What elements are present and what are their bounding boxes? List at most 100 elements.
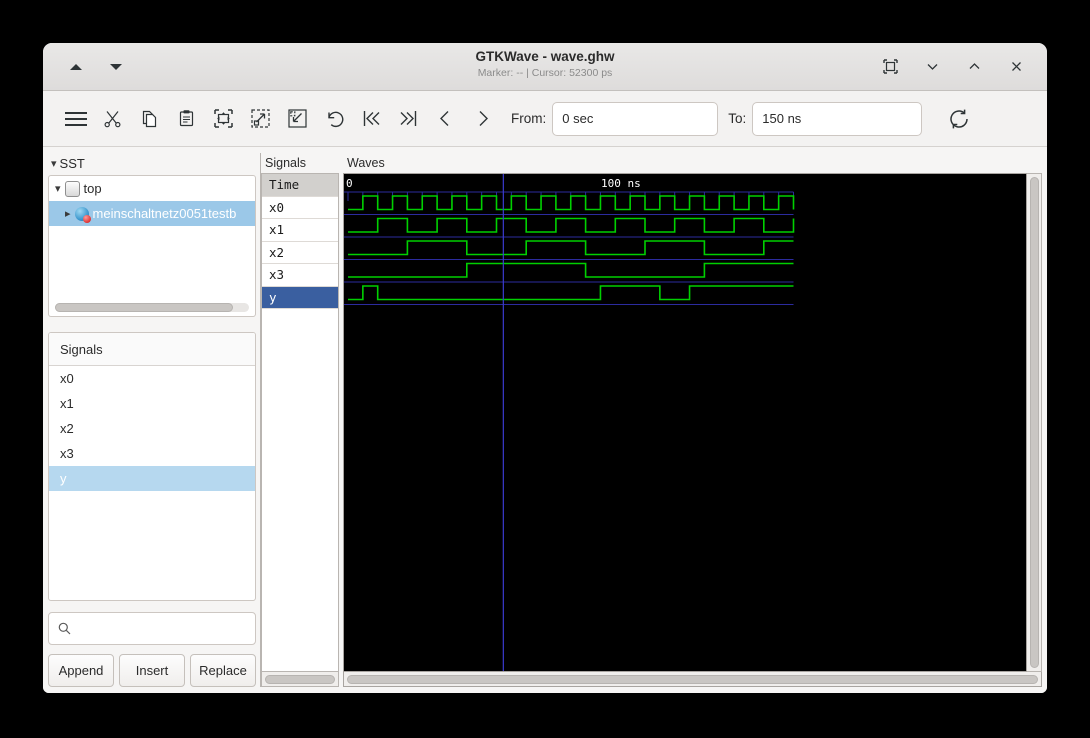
goto-end-button[interactable] [390, 102, 427, 136]
prev-edge-button[interactable] [427, 102, 464, 136]
wave-canvas-column: Waves 0 100 ns [343, 153, 1042, 687]
wave-row-x3[interactable]: x3 [262, 264, 338, 287]
sst-tree[interactable]: ▾ top ▸ meinschaltnetz0051testb [48, 175, 256, 317]
svg-text:100 ns: 100 ns [601, 177, 641, 190]
triangle-down-icon [110, 64, 122, 70]
svg-text:0: 0 [346, 177, 353, 190]
wave-inner: Signals Time x0 x1 x2 x3 y [260, 153, 1042, 687]
wave-names-list[interactable]: Time x0 x1 x2 x3 y [261, 173, 339, 672]
desktop-background: GTKWave - wave.ghw Marker: -- | Cursor: … [0, 0, 1090, 738]
menu-button[interactable] [57, 102, 94, 136]
clipboard-icon [177, 109, 196, 128]
waves-column-title: Waves [343, 153, 1042, 173]
close-button[interactable] [1005, 56, 1027, 78]
sst-section-header[interactable]: ▾ SST [48, 153, 256, 173]
signal-action-buttons: Append Insert Replace [48, 654, 256, 687]
waveform-canvas[interactable]: 0 100 ns [343, 173, 1027, 672]
copy-button[interactable] [131, 102, 168, 136]
zoom-out-button[interactable] [279, 102, 316, 136]
scrollbar-thumb[interactable] [347, 675, 1038, 684]
signal-list-item-x1[interactable]: x1 [49, 391, 255, 416]
tree-item-label: meinschaltnetz0051testb [93, 206, 237, 221]
wave-signals-column-title: Signals [261, 153, 339, 173]
title-bar: GTKWave - wave.ghw Marker: -- | Cursor: … [43, 43, 1047, 91]
skip-to-start-icon [361, 108, 382, 129]
instance-icon [75, 207, 89, 221]
wave-pane: Signals Time x0 x1 x2 x3 y [260, 147, 1047, 693]
reload-icon [947, 107, 971, 131]
wave-canvas-hscrollbar[interactable] [343, 672, 1042, 687]
wave-row-y[interactable]: y [262, 287, 338, 310]
hamburger-menu-icon [64, 110, 88, 128]
sst-tree-hscrollbar[interactable] [55, 303, 249, 312]
wave-names-hscrollbar[interactable] [261, 672, 339, 687]
signal-search-box[interactable] [48, 612, 256, 645]
wave-names-column: Signals Time x0 x1 x2 x3 y [260, 153, 339, 687]
sidebar-pane: ▾ SST ▾ top ▸ meinschaltnetz0051testb [43, 147, 260, 693]
from-label: From: [511, 111, 546, 126]
zoom-fit-icon [213, 108, 234, 129]
restore-window-icon [883, 59, 898, 74]
paste-button[interactable] [168, 102, 205, 136]
zoom-in-button[interactable] [242, 102, 279, 136]
skip-to-end-icon [398, 108, 419, 129]
gtkwave-window: GTKWave - wave.ghw Marker: -- | Cursor: … [43, 43, 1047, 693]
chevron-right-icon [472, 108, 493, 129]
wave-row-time: Time [262, 174, 338, 197]
insert-button[interactable]: Insert [119, 654, 185, 687]
copy-icon [140, 109, 159, 128]
from-input[interactable]: 0 sec [552, 102, 718, 136]
append-button[interactable]: Append [48, 654, 114, 687]
triangle-up-icon [70, 64, 82, 70]
restore-button[interactable] [879, 56, 901, 78]
chevron-down-icon[interactable]: ▾ [55, 182, 61, 195]
tree-item-meinschaltnetz0051testb[interactable]: ▸ meinschaltnetz0051testb [49, 201, 255, 226]
signal-list-panel: Signals x0 x1 x2 x3 y [48, 332, 256, 601]
zoom-in-icon [250, 108, 271, 129]
chevron-right-icon[interactable]: ▸ [65, 207, 71, 220]
signal-list-item-y[interactable]: y [49, 466, 255, 491]
close-icon [1009, 59, 1024, 74]
module-icon [65, 181, 80, 197]
chevron-down-icon [925, 59, 940, 74]
scrollbar-thumb[interactable] [265, 675, 335, 684]
main-toolbar: From: 0 sec To: 150 ns [43, 91, 1047, 147]
wave-row-x2[interactable]: x2 [262, 242, 338, 265]
maximize-button[interactable] [963, 56, 985, 78]
zoom-out-icon [287, 108, 308, 129]
signal-list-header: Signals [49, 333, 255, 366]
signal-list-item-x2[interactable]: x2 [49, 416, 255, 441]
search-input[interactable] [78, 621, 246, 637]
chevron-up-icon [967, 59, 982, 74]
minimize-button[interactable] [921, 56, 943, 78]
titlebar-right-controls [879, 56, 1037, 78]
goto-start-button[interactable] [353, 102, 390, 136]
scrollbar-thumb[interactable] [1030, 177, 1039, 668]
titlebar-left-controls [53, 56, 127, 78]
reload-button[interactable] [940, 102, 977, 136]
signal-list-item-x3[interactable]: x3 [49, 441, 255, 466]
scrollbar-thumb[interactable] [55, 303, 233, 312]
zoom-fit-button[interactable] [205, 102, 242, 136]
to-input[interactable]: 150 ns [752, 102, 922, 136]
wave-vscrollbar[interactable] [1027, 173, 1042, 672]
tree-item-top[interactable]: ▾ top [49, 176, 255, 201]
chevron-down-icon: ▾ [51, 157, 57, 170]
cut-button[interactable] [94, 102, 131, 136]
chevron-left-icon [435, 108, 456, 129]
scroll-up-button[interactable] [65, 56, 87, 78]
replace-button[interactable]: Replace [190, 654, 256, 687]
next-edge-button[interactable] [464, 102, 501, 136]
to-label: To: [728, 111, 746, 126]
wave-row-x1[interactable]: x1 [262, 219, 338, 242]
waveform-svg: 0 100 ns [344, 174, 1026, 671]
wave-row-x0[interactable]: x0 [262, 197, 338, 220]
zoom-undo-button[interactable] [316, 102, 353, 136]
signal-list-item-x0[interactable]: x0 [49, 366, 255, 391]
window-body: ▾ SST ▾ top ▸ meinschaltnetz0051testb [43, 147, 1047, 693]
undo-icon [324, 108, 345, 129]
wave-canvas-wrap: 0 100 ns [343, 173, 1042, 672]
sst-label: SST [60, 156, 85, 171]
search-icon [58, 622, 71, 635]
scroll-down-button[interactable] [105, 56, 127, 78]
